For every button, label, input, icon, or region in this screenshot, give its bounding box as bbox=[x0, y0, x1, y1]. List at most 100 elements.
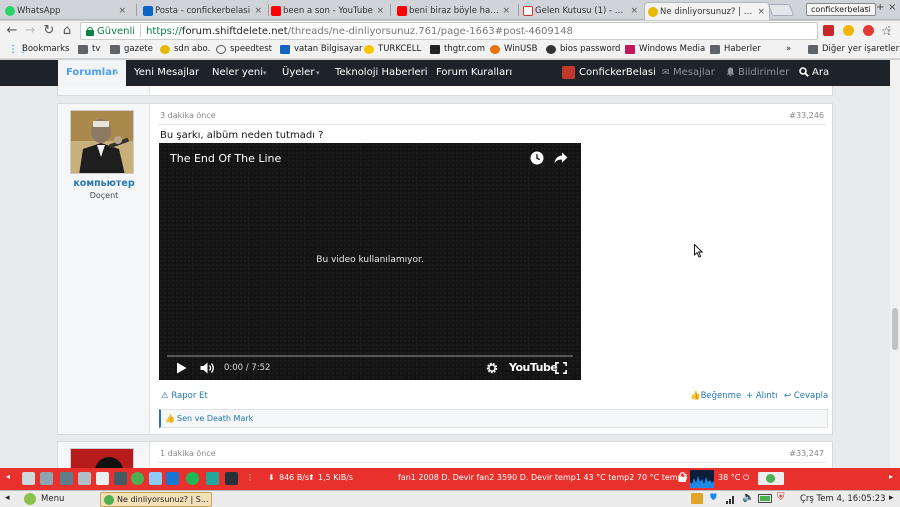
forward-arrow-icon[interactable]: → bbox=[23, 24, 37, 38]
home-icon[interactable]: ⌂ bbox=[60, 24, 74, 38]
post-time[interactable]: 1 dakika önce bbox=[160, 449, 216, 458]
panel-arrow-icon[interactable]: ◂ bbox=[6, 472, 10, 481]
bookmark-item[interactable]: WinUSB bbox=[490, 44, 537, 54]
bookmark-item[interactable]: vatan Bilgisayar bbox=[280, 44, 363, 54]
nav-teknoloji-haberleri[interactable]: Teknoloji Haberleri bbox=[335, 67, 428, 78]
spotify-icon[interactable] bbox=[186, 472, 199, 485]
address-bar[interactable]: Güvenli https://forum.shiftdelete.net/th… bbox=[80, 22, 892, 40]
bookmark-item[interactable]: gazete bbox=[110, 44, 153, 54]
play-icon[interactable] bbox=[176, 362, 187, 374]
like-link[interactable]: 👍Beğenme bbox=[690, 391, 741, 401]
close-tab-icon[interactable]: × bbox=[630, 6, 638, 16]
mint-menu-icon[interactable] bbox=[24, 493, 36, 505]
lock-icon[interactable] bbox=[678, 472, 687, 485]
fullscreen-icon[interactable] bbox=[555, 362, 567, 374]
nav-neler-yeni[interactable]: Neler yeni bbox=[212, 67, 263, 78]
reload-icon[interactable]: ↻ bbox=[42, 24, 56, 38]
calculator-icon[interactable] bbox=[96, 472, 109, 485]
youtube-logo[interactable]: YouTube bbox=[509, 361, 558, 374]
minimize-button[interactable]: – bbox=[864, 2, 869, 13]
video-title[interactable]: The End Of The Line bbox=[170, 152, 281, 165]
nav-bildirimler[interactable]: Bildirimler bbox=[738, 67, 789, 78]
bookmark-item[interactable]: TURKCELL bbox=[364, 44, 421, 54]
page-scrollbar[interactable] bbox=[890, 60, 900, 468]
volume-icon[interactable] bbox=[200, 362, 215, 374]
search-icon[interactable] bbox=[799, 67, 809, 77]
tab-youtube-1[interactable]: been a son - YouTube × bbox=[268, 2, 388, 20]
panel-arrow-icon[interactable]: ◂ bbox=[5, 493, 10, 503]
back-arrow-icon[interactable]: ← bbox=[5, 24, 19, 38]
chrome-window-preview[interactable] bbox=[758, 472, 784, 485]
nav-mesajlar[interactable]: Mesajlar bbox=[673, 67, 715, 78]
tab-youtube-2[interactable]: beni biraz böyle hatırla × bbox=[394, 2, 514, 20]
nav-forum-kurallari[interactable]: Forum Kuralları bbox=[436, 67, 512, 78]
chrome-icon[interactable] bbox=[131, 472, 144, 485]
quote-link[interactable]: + Alıntı bbox=[746, 391, 777, 401]
close-tab-icon[interactable]: × bbox=[502, 6, 510, 16]
post-number[interactable]: #33,247 bbox=[789, 449, 824, 458]
new-tab-button[interactable] bbox=[767, 4, 795, 16]
maximize-button[interactable]: + bbox=[876, 2, 884, 13]
post-time[interactable]: 3 dakika önce bbox=[160, 111, 216, 120]
user-avatar-icon[interactable] bbox=[562, 66, 575, 79]
nav-ara[interactable]: Ara bbox=[812, 67, 829, 78]
nav-uyeler[interactable]: Üyeler bbox=[282, 67, 314, 78]
close-tab-icon[interactable]: × bbox=[254, 6, 262, 16]
scroll-thumb[interactable] bbox=[892, 308, 898, 350]
tab-active[interactable]: Ne dinliyorsunuz? | Say × bbox=[644, 2, 770, 20]
chevron-down-icon[interactable]: ▾ bbox=[316, 69, 320, 77]
network-signal-icon[interactable] bbox=[726, 494, 736, 504]
tray-app-icon[interactable] bbox=[691, 493, 703, 504]
bell-icon[interactable] bbox=[726, 67, 735, 77]
battery-icon[interactable] bbox=[758, 494, 772, 503]
extension-icon[interactable] bbox=[863, 25, 874, 36]
report-link[interactable]: ⚠ Rapor Et bbox=[161, 391, 208, 401]
clock-icon[interactable] bbox=[530, 151, 544, 165]
post-number[interactable]: #33,246 bbox=[789, 111, 824, 120]
bookmark-item[interactable]: sdn abo. bbox=[160, 44, 210, 54]
share-icon[interactable] bbox=[554, 152, 568, 164]
shield-icon[interactable]: ⛊ bbox=[710, 493, 717, 503]
bookmark-item[interactable]: Haberler bbox=[710, 44, 761, 54]
desktop-icon[interactable] bbox=[22, 472, 35, 485]
media-icon[interactable] bbox=[114, 472, 127, 485]
avatar[interactable] bbox=[70, 448, 134, 468]
panel-arrow-icon[interactable]: ▸ bbox=[889, 493, 894, 503]
nav-user[interactable]: ConfickerBelasi bbox=[579, 67, 656, 78]
cpu-graph[interactable] bbox=[690, 470, 714, 488]
close-window-button[interactable]: × bbox=[888, 2, 896, 13]
tab-gmail[interactable]: Gelen Kutusu (1) - confi × bbox=[520, 2, 642, 20]
power-icon[interactable]: ⏻ bbox=[743, 473, 749, 483]
close-tab-icon[interactable]: × bbox=[118, 6, 126, 16]
close-tab-icon[interactable]: × bbox=[376, 6, 384, 16]
video-player[interactable]: The End Of The Line Bu video kullanılamı… bbox=[159, 143, 581, 380]
bookmark-item[interactable]: bios password bbox=[546, 44, 620, 54]
bookmark-item[interactable]: thgtr.com bbox=[430, 44, 485, 54]
network-icon[interactable] bbox=[60, 472, 73, 485]
menu-kebab-icon[interactable]: ⋮ bbox=[882, 24, 896, 38]
chevron-down-icon[interactable]: ▾ bbox=[115, 69, 119, 77]
bookmark-item[interactable]: ⋮⋮ Bookmarks bbox=[8, 44, 70, 54]
likes-text[interactable]: Sen ve Death Mark bbox=[177, 414, 253, 423]
taskbar-window-button[interactable]: Ne dinliyorsunuz? | S... bbox=[100, 492, 212, 507]
menu-button[interactable]: Menu bbox=[41, 494, 64, 504]
bookmark-item[interactable]: speedtest bbox=[216, 44, 272, 54]
volume-icon[interactable]: 🔈 bbox=[742, 492, 754, 503]
tab-whatsapp[interactable]: WhatsApp × bbox=[2, 2, 130, 20]
app-icon[interactable] bbox=[78, 472, 91, 485]
extension-icon[interactable] bbox=[843, 25, 854, 36]
files-icon[interactable] bbox=[40, 472, 53, 485]
bookmark-item[interactable]: Windows Media bbox=[625, 44, 705, 54]
bookmark-item[interactable]: tv bbox=[78, 44, 100, 54]
more-bookmarks-chevron[interactable]: » bbox=[786, 44, 791, 54]
clock[interactable]: Çrş Tem 4, 16:05:23 bbox=[800, 494, 886, 504]
chevron-down-icon[interactable]: ▾ bbox=[263, 69, 267, 77]
envelope-icon[interactable]: ✉ bbox=[662, 68, 670, 78]
app-icon[interactable] bbox=[206, 472, 219, 485]
tab-posta[interactable]: Posta - confickerbelasi × bbox=[140, 2, 266, 20]
username[interactable]: компьютер bbox=[58, 178, 150, 189]
app-icon[interactable] bbox=[149, 472, 162, 485]
video-progress-bar[interactable] bbox=[167, 355, 573, 357]
app-icon[interactable] bbox=[166, 472, 179, 485]
nav-yeni-mesajlar[interactable]: Yeni Mesajlar bbox=[134, 67, 199, 78]
